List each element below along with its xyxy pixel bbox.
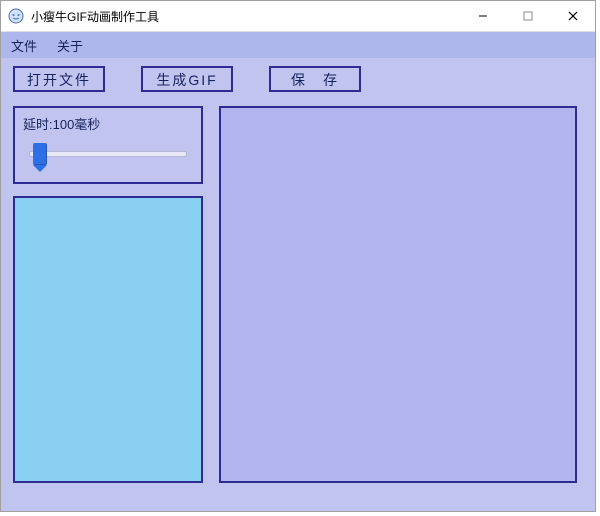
minimize-button[interactable] (460, 1, 505, 31)
generate-gif-button[interactable]: 生成GIF (141, 66, 233, 92)
menu-about[interactable]: 关于 (57, 36, 83, 55)
save-button[interactable]: 保 存 (269, 66, 361, 92)
delay-slider[interactable] (23, 139, 193, 167)
thumbnail-list-panel[interactable] (13, 196, 203, 483)
preview-panel (219, 106, 577, 483)
menu-file[interactable]: 文件 (11, 36, 37, 55)
open-file-button[interactable]: 打开文件 (13, 66, 105, 92)
toolbar: 打开文件 生成GIF 保 存 (13, 66, 361, 92)
window-controls (460, 1, 595, 31)
delay-label: 延时:100毫秒 (23, 114, 193, 133)
slider-track (29, 151, 187, 157)
app-window: 小瘦牛GIF动画制作工具 文件 关于 打开文件 生成GIF 保 存 (0, 0, 596, 512)
client-area: 打开文件 生成GIF 保 存 延时:100毫秒 (1, 58, 595, 511)
app-icon (7, 7, 25, 25)
menu-bar: 文件 关于 (1, 32, 595, 58)
window-title: 小瘦牛GIF动画制作工具 (31, 8, 159, 25)
close-button[interactable] (550, 1, 595, 31)
slider-thumb[interactable] (33, 143, 47, 165)
maximize-button[interactable] (505, 1, 550, 31)
delay-panel: 延时:100毫秒 (13, 106, 203, 184)
title-bar[interactable]: 小瘦牛GIF动画制作工具 (1, 1, 595, 32)
